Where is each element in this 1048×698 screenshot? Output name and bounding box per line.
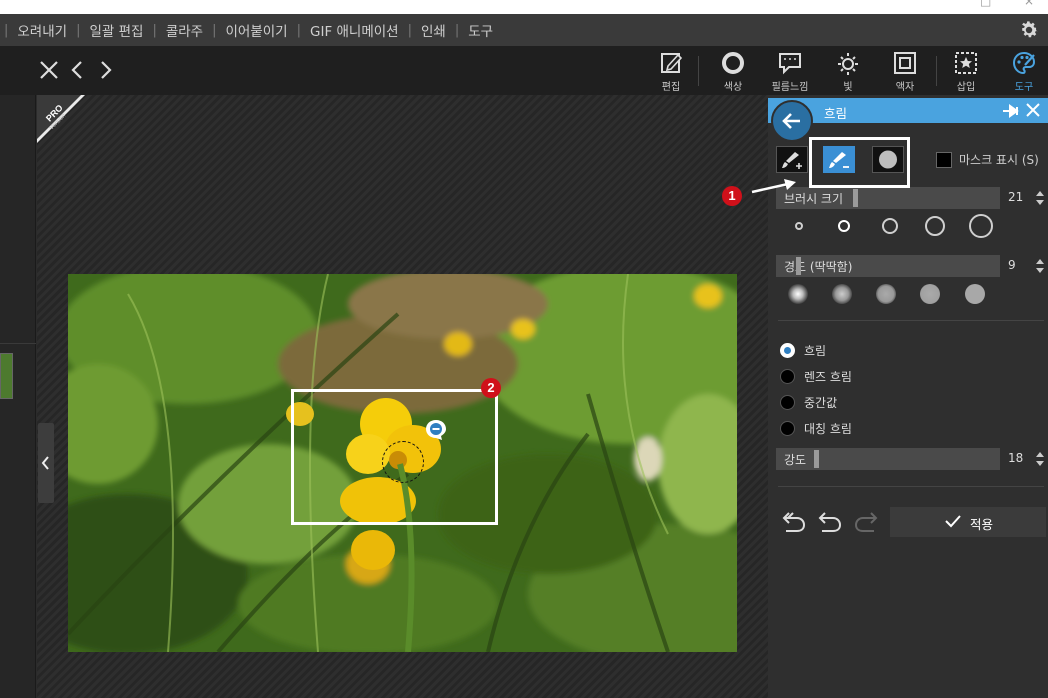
- toolbar: 편집 색상 필름느낌 빛 액자 삽입 도구: [0, 46, 1048, 95]
- menu-item-combine[interactable]: 이어붙이기: [226, 20, 288, 40]
- hardness-label: 경도 (딱딱함): [784, 260, 853, 274]
- brush-size-option-4[interactable]: [925, 216, 945, 236]
- apply-label: 적용: [970, 517, 994, 532]
- strength-value[interactable]: 18: [1004, 449, 1044, 469]
- gear-icon[interactable]: [1018, 19, 1040, 41]
- tool-color[interactable]: 색상: [708, 50, 758, 93]
- radio-median[interactable]: [780, 395, 795, 410]
- color-icon: [722, 52, 744, 74]
- menu-item-print[interactable]: 인쇄: [421, 20, 446, 40]
- slider-handle[interactable]: [814, 450, 819, 468]
- close-window-icon[interactable]: ×: [1024, 0, 1034, 8]
- check-icon: [945, 515, 961, 528]
- radio-label-median: 중간값: [804, 396, 838, 410]
- brush-size-value[interactable]: 21: [1004, 188, 1044, 208]
- hardness-option-5[interactable]: [965, 284, 985, 304]
- brush-size-option-1[interactable]: [795, 222, 803, 230]
- hardness-option-2[interactable]: [832, 284, 852, 304]
- hardness-value[interactable]: 9: [1004, 256, 1044, 276]
- brush-size-option-5[interactable]: [969, 214, 993, 238]
- slider-handle[interactable]: [796, 257, 801, 275]
- insert-icon: [955, 52, 977, 74]
- window-title-strip: □ ×: [0, 0, 1048, 14]
- film-icon: [779, 53, 801, 75]
- maximize-icon[interactable]: □: [980, 0, 991, 8]
- tool-film[interactable]: 필름느낌: [765, 50, 815, 93]
- panel-title: 흐림: [824, 106, 848, 121]
- close-icon[interactable]: [1026, 103, 1040, 117]
- arrow-left-icon: [782, 113, 800, 129]
- minus-bubble-icon: [426, 420, 446, 440]
- hardness-option-1[interactable]: [788, 284, 808, 304]
- hardness-option-3[interactable]: [876, 284, 896, 304]
- brush-size-option-2[interactable]: [838, 220, 850, 232]
- tool-edit[interactable]: 편집: [646, 50, 696, 93]
- radio-symmetric-blur[interactable]: [780, 421, 795, 436]
- spinner-icon[interactable]: [1036, 258, 1044, 274]
- brush-plus-icon: [782, 152, 802, 169]
- thumbnail-strip: [0, 95, 36, 698]
- chevron-left-icon: [41, 456, 49, 470]
- apply-button[interactable]: 적용: [890, 507, 1046, 537]
- mask-display-checkbox[interactable]: [936, 152, 952, 168]
- menu-item-tools[interactable]: 도구: [468, 20, 493, 40]
- spinner-icon[interactable]: [1036, 451, 1044, 467]
- palette-icon: [1012, 51, 1036, 75]
- close-icon[interactable]: [38, 59, 60, 81]
- hardness-option-4[interactable]: [920, 284, 940, 304]
- menu-item-collage[interactable]: 콜라주: [166, 20, 203, 40]
- pin-icon[interactable]: [1002, 104, 1020, 118]
- menu-item-gif[interactable]: GIF 애니메이션: [310, 20, 399, 40]
- annotation-highlight-box: [809, 137, 910, 188]
- collapse-panel-button[interactable]: [38, 423, 54, 503]
- slider-handle[interactable]: [853, 189, 858, 207]
- strength-slider[interactable]: 강도: [776, 448, 1000, 470]
- radio-label-symmetric-blur: 대칭 흐림: [804, 422, 852, 436]
- brush-size-option-3[interactable]: [882, 218, 898, 234]
- menu-item-batch-edit[interactable]: 일괄 편집: [89, 20, 143, 40]
- reset-icon[interactable]: [780, 509, 808, 535]
- edit-icon: [661, 53, 683, 73]
- menu-item-crop[interactable]: 오려내기: [17, 20, 67, 40]
- mask-display-label: 마스크 표시 (S): [959, 153, 1039, 167]
- hardness-slider[interactable]: 경도 (딱딱함): [776, 255, 1000, 277]
- chevron-right-icon[interactable]: [94, 59, 116, 81]
- brush-size-slider[interactable]: 브러시 크기: [776, 187, 1000, 209]
- annotation-badge-2: 2: [481, 378, 501, 398]
- brush-add-button[interactable]: [776, 146, 808, 173]
- tool-light[interactable]: 빛: [823, 50, 873, 93]
- annotation-arrow: [751, 179, 796, 194]
- strength-label: 강도: [784, 453, 807, 467]
- redo-icon[interactable]: [852, 509, 880, 535]
- brush-cursor: [382, 441, 424, 483]
- spinner-icon[interactable]: [1036, 190, 1044, 206]
- tool-tools[interactable]: 도구: [999, 50, 1048, 93]
- chevron-left-icon[interactable]: [67, 59, 89, 81]
- tool-frame[interactable]: 액자: [880, 50, 930, 93]
- annotation-badge-1: 1: [722, 186, 742, 206]
- radio-label-blur: 흐림: [804, 344, 827, 358]
- radio-label-lens-blur: 렌즈 흐림: [804, 370, 852, 384]
- canvas-area[interactable]: PRO Version 2: [37, 95, 768, 698]
- pro-version-badge: PRO Version: [37, 95, 85, 143]
- menu-bar: | 오려내기 | 일괄 편집 | 콜라주 | 이어붙이기 | GIF 애니메이션…: [0, 14, 1048, 46]
- tool-insert[interactable]: 삽입: [941, 50, 991, 93]
- back-button[interactable]: [771, 100, 813, 142]
- thumbnail[interactable]: [0, 353, 13, 399]
- frame-icon: [894, 52, 916, 74]
- light-icon: [838, 53, 858, 75]
- radio-blur[interactable]: [780, 343, 795, 358]
- radio-lens-blur[interactable]: [780, 369, 795, 384]
- undo-icon[interactable]: [816, 509, 844, 535]
